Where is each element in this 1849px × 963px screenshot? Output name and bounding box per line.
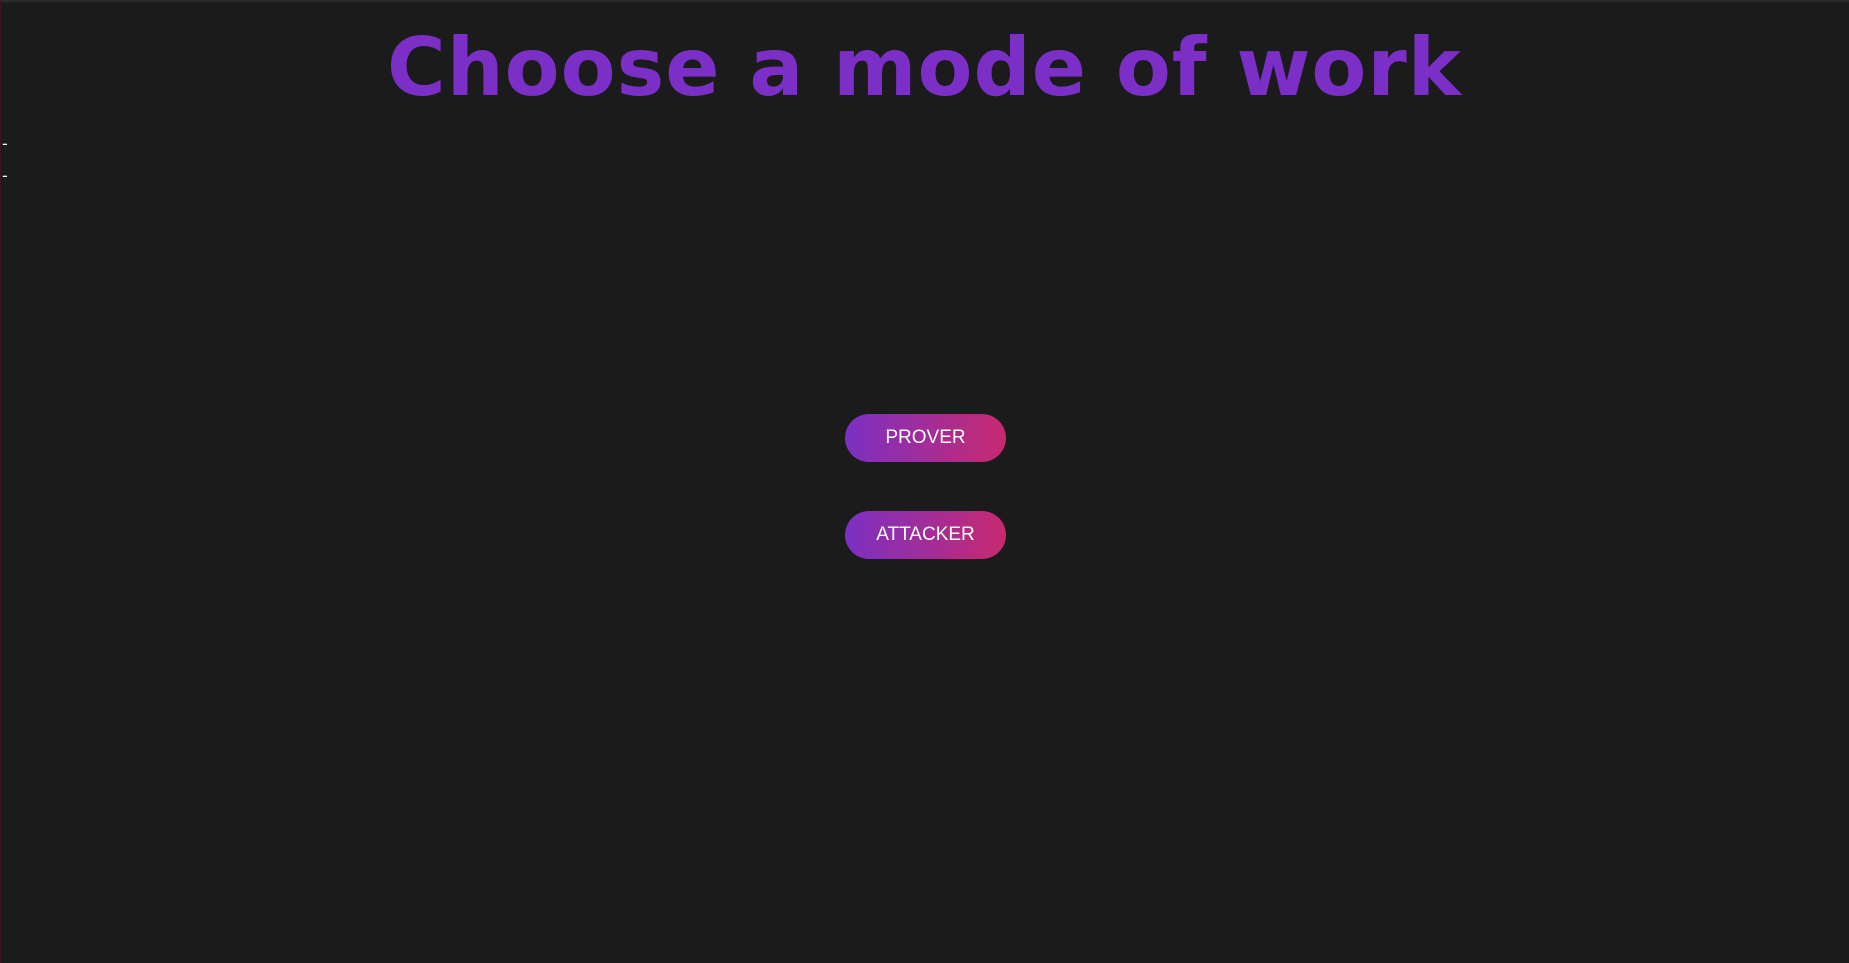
attacker-button[interactable]: ATTACKER <box>845 511 1006 559</box>
page-title: Choose a mode of work <box>387 21 1462 114</box>
window-left-border <box>0 0 1 963</box>
side-list-item: - <box>2 134 8 153</box>
window-top-border <box>0 0 1849 2</box>
side-list-item: - <box>2 166 8 185</box>
side-list: - - <box>2 128 8 192</box>
prover-button[interactable]: PROVER <box>845 414 1006 462</box>
